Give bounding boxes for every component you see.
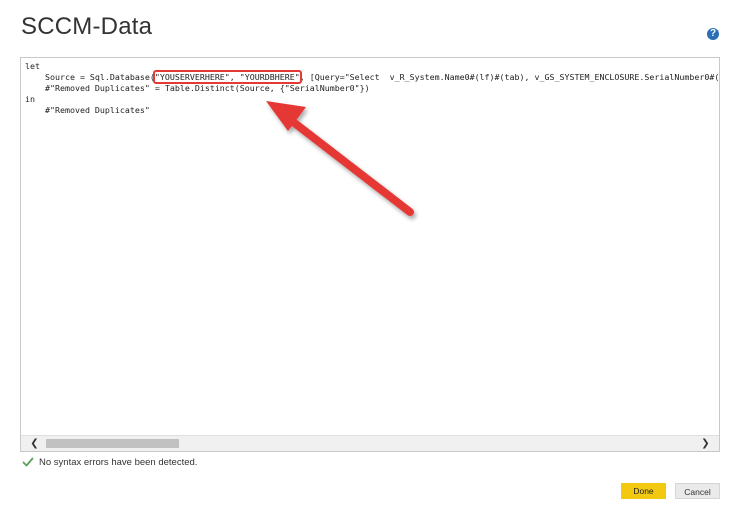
highlighted-connection-params: "YOUSERVERHERE", "YOURDBHERE" xyxy=(152,70,302,84)
advanced-editor-dialog: SCCM-Data ? let Source = Sql.Database("Y… xyxy=(0,0,740,520)
syntax-status: No syntax errors have been detected. xyxy=(22,456,197,468)
scroll-right-icon[interactable]: ❯ xyxy=(698,436,713,451)
code-line: #"Removed Duplicates" xyxy=(25,105,150,115)
query-editor[interactable]: let Source = Sql.Database("YOUSERVERHERE… xyxy=(20,57,720,452)
horizontal-scrollbar[interactable]: ❮ ❯ xyxy=(21,435,719,451)
checkmark-icon xyxy=(22,457,34,467)
code-segment: , [Query="Select v_R_System.Name0#(lf)#(… xyxy=(299,72,720,82)
cancel-button[interactable]: Cancel xyxy=(675,483,720,499)
scroll-left-icon[interactable]: ❮ xyxy=(27,436,42,451)
scroll-thumb[interactable] xyxy=(46,439,179,448)
code-line: Source = Sql.Database("YOUSERVERHERE", "… xyxy=(25,70,720,84)
code-segment: Source = Sql.Database( xyxy=(25,72,155,82)
code-area[interactable]: let Source = Sql.Database("YOUSERVERHERE… xyxy=(25,61,719,116)
dialog-title: SCCM-Data xyxy=(21,13,153,40)
code-line: #"Removed Duplicates" = Table.Distinct(S… xyxy=(25,83,370,93)
code-line: let xyxy=(25,61,40,71)
done-button[interactable]: Done xyxy=(621,483,666,499)
status-message: No syntax errors have been detected. xyxy=(39,456,198,468)
help-icon[interactable]: ? xyxy=(707,28,719,40)
code-line: in xyxy=(25,94,35,104)
